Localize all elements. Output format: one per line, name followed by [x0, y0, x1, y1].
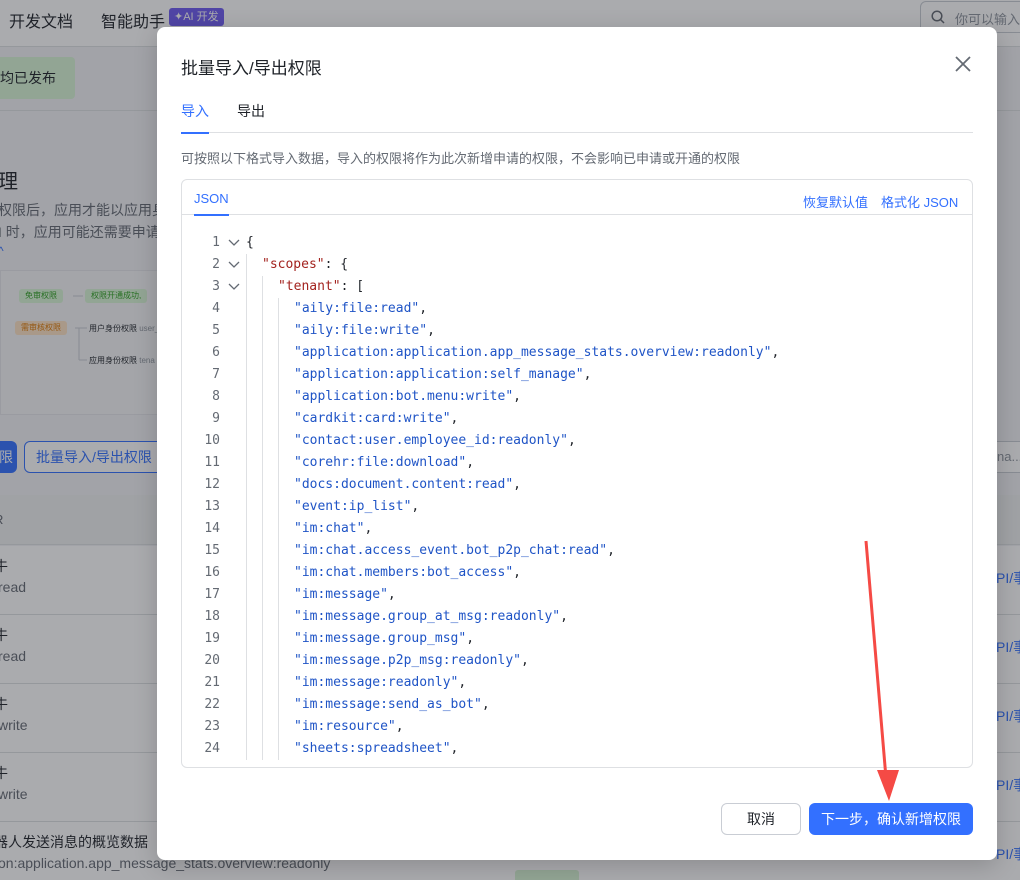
tab-export[interactable]: 导出: [237, 101, 265, 133]
code-text: "aily:file:read",: [294, 301, 428, 316]
format-json-link[interactable]: 格式化 JSON: [881, 192, 958, 211]
line-number: 4: [212, 301, 220, 316]
line-number: 17: [204, 587, 220, 602]
line-number: 23: [204, 719, 220, 734]
line-number: 21: [204, 675, 220, 690]
json-editor[interactable]: JSON 恢复默认值 格式化 JSON 1{2 "scopes": {3 "tena…: [181, 179, 973, 768]
line-number: 19: [204, 631, 220, 646]
code-line: 16 "im:chat.members:bot_access",: [182, 562, 972, 584]
code-line: 12 "docs:document.content:read",: [182, 474, 972, 496]
code-line: 19 "im:message.group_msg",: [182, 628, 972, 650]
code-text: "application:bot.menu:write",: [294, 389, 521, 404]
line-number: 18: [204, 609, 220, 624]
code-text: "im:chat.members:bot_access",: [294, 565, 521, 580]
line-number: 16: [204, 565, 220, 580]
line-number: 8: [212, 389, 220, 404]
code-text: "im:chat",: [294, 521, 373, 536]
code-text: "im:message.group_at_msg:readonly",: [294, 609, 568, 624]
code-line: 2 "scopes": {: [182, 254, 972, 276]
line-number: 12: [204, 477, 220, 492]
code-text: "im:message:readonly",: [294, 675, 467, 690]
code-line: 13 "event:ip_list",: [182, 496, 972, 518]
import-description: 可按照以下格式导入数据，导入的权限将作为此次新增申请的权限，不会影响已申请或开通…: [181, 151, 741, 166]
line-number: 24: [204, 741, 220, 756]
code-line: 22 "im:message:send_as_bot",: [182, 694, 972, 716]
line-number: 14: [204, 521, 220, 536]
cancel-button[interactable]: 取消: [721, 803, 801, 835]
line-number: 3: [212, 279, 220, 294]
line-number: 13: [204, 499, 220, 514]
code-line: 20 "im:message.p2p_msg:readonly",: [182, 650, 972, 672]
line-number: 15: [204, 543, 220, 558]
code-line: 9 "cardkit:card:write",: [182, 408, 972, 430]
restore-default-link[interactable]: 恢复默认值: [803, 192, 868, 211]
code-line: 1{: [182, 232, 972, 254]
code-line: 10 "contact:user.employee_id:readonly",: [182, 430, 972, 452]
code-line: 14 "im:chat",: [182, 518, 972, 540]
code-text: "im:message",: [294, 587, 396, 602]
code-text: "cardkit:card:write",: [294, 411, 459, 426]
line-number: 10: [204, 433, 220, 448]
code-text: "im:message.p2p_msg:readonly",: [294, 653, 529, 668]
code-line: 17 "im:message",: [182, 584, 972, 606]
json-tab[interactable]: JSON: [194, 180, 229, 216]
code-line: 3 "tenant": [: [182, 276, 972, 298]
line-number: 5: [212, 323, 220, 338]
code-text: "event:ip_list",: [294, 499, 420, 514]
line-number: 1: [212, 235, 220, 250]
batch-import-export-dialog: 批量导入/导出权限 导入 导出 可按照以下格式导入数据，导入的权限将作为此次新增…: [157, 27, 997, 860]
code-text: "application:application.app_message_sta…: [294, 345, 780, 360]
close-icon[interactable]: [952, 53, 974, 75]
code-line: 11 "corehr:file:download",: [182, 452, 972, 474]
code-text: "corehr:file:download",: [294, 455, 475, 470]
code-line: 5 "aily:file:write",: [182, 320, 972, 342]
code-line: 6 "application:application.app_message_st…: [182, 342, 972, 364]
code-text: "im:resource",: [294, 719, 404, 734]
code-line: 8 "application:bot.menu:write",: [182, 386, 972, 408]
line-number: 2: [212, 257, 220, 272]
code-line: 21 "im:message:readonly",: [182, 672, 972, 694]
code-text: "sheets:spreadsheet",: [294, 741, 459, 756]
code-text: "im:chat.access_event.bot_p2p_chat:read"…: [294, 543, 615, 558]
code-text: "aily:file:write",: [294, 323, 435, 338]
editor-toolbar: JSON 恢复默认值 格式化 JSON: [182, 180, 972, 216]
code-line: 7 "application:application:self_manage",: [182, 364, 972, 386]
line-number: 7: [212, 367, 220, 382]
dialog-tabs: 导入 导出: [181, 101, 973, 134]
code-text: "scopes": {: [262, 257, 349, 272]
code-line: 15 "im:chat.access_event.bot_p2p_chat:rea…: [182, 540, 972, 562]
code-text: "contact:user.employee_id:readonly",: [294, 433, 576, 448]
line-number: 20: [204, 653, 220, 668]
code-text: "docs:document.content:read",: [294, 477, 521, 492]
code-line: 23 "im:resource",: [182, 716, 972, 738]
dialog-title: 批量导入/导出权限: [181, 59, 322, 78]
line-number: 9: [212, 411, 220, 426]
code-text: "tenant": [: [278, 279, 365, 294]
code-line: 24 "sheets:spreadsheet",: [182, 738, 972, 760]
code-text: {: [246, 235, 254, 250]
next-confirm-button[interactable]: 下一步，确认新增权限: [809, 803, 973, 835]
code-line: 18 "im:message.group_at_msg:readonly",: [182, 606, 972, 628]
code-text: "application:application:self_manage",: [294, 367, 592, 382]
code-line: 4 "aily:file:read",: [182, 298, 972, 320]
code-text: "im:message:send_as_bot",: [294, 697, 490, 712]
code-area[interactable]: 1{2 "scopes": {3 "tenant": [4 "aily:file:re…: [182, 232, 972, 767]
line-number: 22: [204, 697, 220, 712]
tab-import[interactable]: 导入: [181, 101, 209, 134]
code-text: "im:message.group_msg",: [294, 631, 475, 646]
line-number: 11: [204, 455, 220, 470]
line-number: 6: [212, 345, 220, 360]
